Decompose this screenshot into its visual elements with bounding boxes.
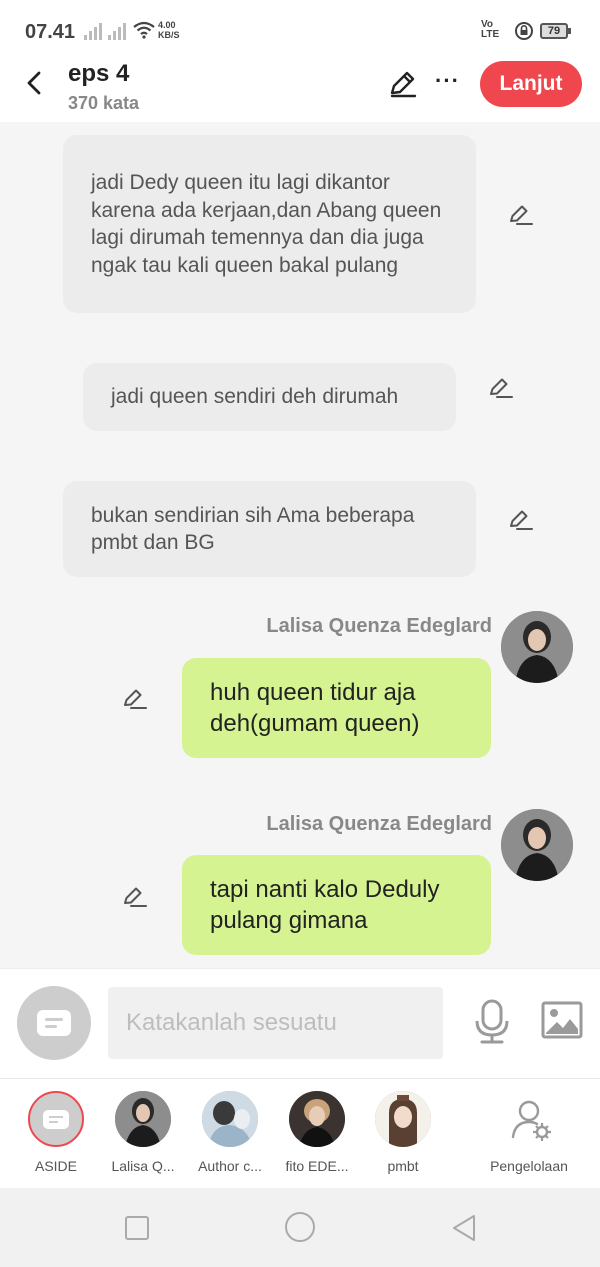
edit-message-icon[interactable] [508, 507, 534, 533]
avatar-image [501, 611, 573, 683]
avatar [115, 1091, 171, 1147]
recents-icon[interactable] [125, 1216, 149, 1240]
aside-message[interactable]: jadi queen sendiri deh dirumah [83, 363, 456, 431]
avatar [202, 1091, 258, 1147]
character-label: ASIDE [34, 1158, 77, 1174]
word-count: 370 kata [68, 93, 140, 113]
message-text: tapi nanti kalo Deduly pulang gimana [210, 876, 440, 934]
status-bar: 07.41 4.00 KB/S Vo LTE 79 [0, 0, 600, 60]
aside-icon [37, 1010, 71, 1036]
aside-avatar [28, 1091, 84, 1147]
chat-area[interactable]: jadi Dedy queen itu lagi dikantor karena… [0, 122, 600, 968]
avatar-image [501, 809, 573, 881]
avatar-image [115, 1091, 171, 1147]
signal-icon-2 [108, 22, 130, 40]
avatar-image [202, 1091, 258, 1147]
top-bar: eps 4 370 kata ··· Lanjut [0, 60, 600, 122]
avatar [375, 1091, 431, 1147]
character-label: Pengelolaan [490, 1158, 568, 1174]
character-label: pmbt [387, 1158, 419, 1174]
nav-back-icon[interactable] [450, 1213, 478, 1243]
character-pmbt[interactable]: pmbt [358, 1091, 448, 1174]
network-speed: 4.00 KB/S [158, 20, 180, 40]
avatar [289, 1091, 345, 1147]
character-lalisa[interactable]: Lalisa Q... [98, 1091, 188, 1174]
avatar[interactable] [501, 611, 573, 683]
signal-icon [84, 22, 106, 40]
more-options-icon[interactable]: ··· [435, 68, 460, 94]
next-button[interactable]: Lanjut [480, 61, 582, 107]
edit-message-icon[interactable] [122, 884, 148, 910]
microphone-icon[interactable] [472, 999, 512, 1045]
edit-title-icon[interactable] [388, 69, 418, 99]
aside-message[interactable]: jadi Dedy queen itu lagi dikantor karena… [63, 135, 476, 313]
edit-message-icon[interactable] [122, 686, 148, 712]
system-nav-bar [0, 1188, 600, 1267]
message-text: huh queen tidur aja deh(gumam queen) [210, 679, 420, 737]
message-text: jadi Dedy queen itu lagi dikantor karena… [91, 171, 442, 277]
character-message[interactable]: huh queen tidur aja deh(gumam queen) [182, 658, 491, 758]
aside-message[interactable]: bukan sendirian sih Ama beberapa pmbt da… [63, 481, 476, 577]
home-icon[interactable] [285, 1212, 315, 1242]
edit-message-icon[interactable] [508, 202, 534, 228]
character-label: fito EDE... [285, 1158, 349, 1174]
aside-icon [43, 1110, 69, 1129]
message-text: jadi queen sendiri deh dirumah [111, 385, 399, 409]
avatar-image [375, 1091, 431, 1147]
status-time: 07.41 [25, 21, 76, 43]
edit-message-icon[interactable] [488, 375, 514, 401]
aside-toggle-button[interactable] [17, 986, 91, 1060]
character-label: Author c... [198, 1158, 262, 1174]
character-fito[interactable]: fito EDE... [272, 1091, 362, 1174]
message-input[interactable] [108, 987, 443, 1059]
user-settings-icon [501, 1091, 557, 1147]
character-message[interactable]: tapi nanti kalo Deduly pulang gimana [182, 855, 491, 955]
battery-indicator: 79 [540, 23, 571, 39]
avatar-image [289, 1091, 345, 1147]
message-text: bukan sendirian sih Ama beberapa pmbt da… [91, 503, 415, 555]
wifi-icon [133, 21, 155, 39]
character-label: Lalisa Q... [111, 1158, 175, 1174]
volte-indicator: Vo LTE [481, 19, 500, 40]
rotation-lock-icon [515, 22, 533, 40]
speaker-name: Lalisa Quenza Edeglard [266, 615, 492, 637]
manage-characters-button[interactable]: Pengelolaan [484, 1091, 574, 1174]
character-author[interactable]: Author c... [185, 1091, 275, 1174]
speaker-name: Lalisa Quenza Edeglard [266, 813, 492, 835]
character-aside[interactable]: ASIDE [11, 1091, 101, 1174]
message-composer [0, 968, 600, 1078]
back-arrow-icon[interactable] [22, 70, 48, 96]
page-title: eps 4 [68, 60, 130, 87]
character-selector: ASIDE Lalisa Q... Author c... fito EDE..… [0, 1078, 600, 1188]
image-icon[interactable] [541, 1001, 583, 1039]
avatar[interactable] [501, 809, 573, 881]
